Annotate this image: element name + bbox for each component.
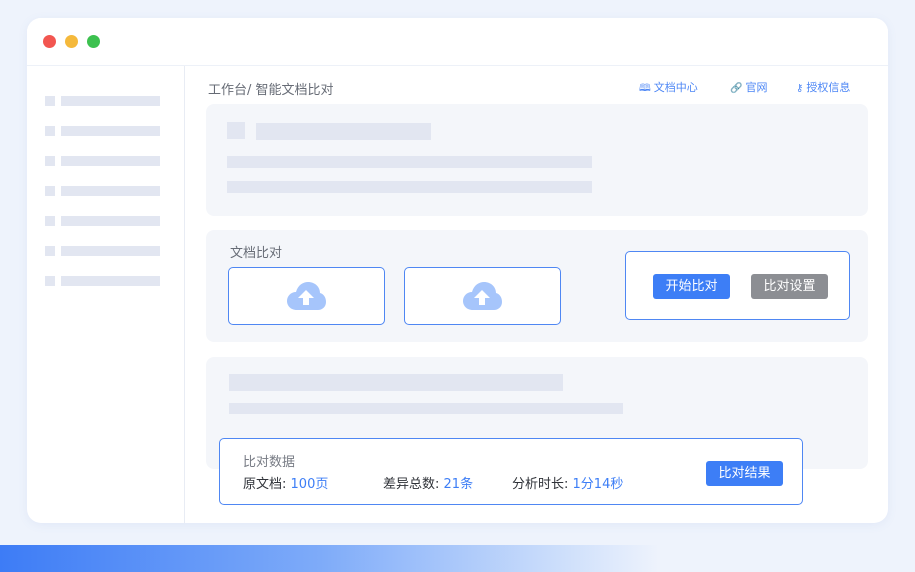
skeleton-title-placeholder — [256, 123, 431, 140]
compare-section-title: 文档比对 — [230, 246, 283, 261]
sidebar-item-icon-placeholder — [45, 246, 55, 256]
skeleton-icon-placeholder — [227, 122, 245, 139]
analysis-time-label: 分析时长: — [512, 477, 569, 492]
breadcrumb-current: 智能文档比对 — [255, 83, 334, 98]
docs-center-label: 文档中心 — [653, 81, 698, 94]
window-titlebar — [27, 18, 888, 66]
license-info-link[interactable]: ⚷ 授权信息 — [796, 79, 850, 95]
diff-total-label: 差异总数: — [383, 477, 440, 492]
close-window-dot[interactable] — [43, 35, 56, 48]
bottom-gradient-bar — [0, 545, 915, 572]
original-doc-value: 100页 — [290, 477, 329, 492]
app-window: 工作台/ 智能文档比对 🕮 文档中心 🔗 官网 ⚷ 授权信息 文档比对 开始比对 比对… — [27, 18, 888, 523]
license-info-label: 授权信息 — [806, 81, 851, 94]
original-doc-label: 原文档: — [243, 477, 287, 492]
skeleton-title-placeholder — [229, 374, 563, 391]
maximize-window-dot[interactable] — [87, 35, 100, 48]
sidebar-item-label-placeholder — [61, 186, 160, 196]
analysis-time-stat: 分析时长: 1分14秒 — [512, 473, 623, 492]
compare-stats-card: 比对数据 原文档: 100页 差异总数: 21条 分析时长: 1分14秒 比对结… — [219, 438, 803, 505]
skeleton-line-placeholder — [227, 156, 592, 168]
sidebar-item-icon-placeholder — [45, 96, 55, 106]
start-compare-button[interactable]: 开始比对 — [653, 274, 730, 299]
sidebar — [27, 66, 185, 523]
official-site-label: 官网 — [745, 81, 768, 94]
cloud-upload-icon — [463, 282, 502, 310]
breadcrumb-root[interactable]: 工作台/ — [208, 83, 251, 98]
diff-total-stat: 差异总数: 21条 — [383, 473, 473, 492]
book-icon: 🕮 — [639, 83, 651, 94]
analysis-time-value: 1分14秒 — [572, 477, 624, 492]
docs-center-link[interactable]: 🕮 文档中心 — [639, 79, 698, 98]
upload-original-box[interactable] — [228, 267, 385, 325]
official-site-link[interactable]: 🔗 官网 — [730, 79, 767, 95]
compare-result-button[interactable]: 比对结果 — [706, 461, 783, 486]
sidebar-item-label-placeholder — [61, 96, 160, 106]
sidebar-item-icon-placeholder — [45, 186, 55, 196]
minimize-window-dot[interactable] — [65, 35, 78, 48]
sidebar-item-label-placeholder — [61, 216, 160, 226]
original-doc-stat: 原文档: 100页 — [243, 473, 328, 492]
skeleton-panel — [206, 104, 868, 216]
stats-title: 比对数据 — [243, 455, 296, 470]
compare-settings-button[interactable]: 比对设置 — [751, 274, 828, 299]
skeleton-line-placeholder — [229, 403, 623, 414]
breadcrumb: 工作台/ 智能文档比对 — [208, 79, 334, 98]
sidebar-item-icon-placeholder — [45, 156, 55, 166]
sidebar-item-label-placeholder — [61, 156, 160, 166]
sidebar-item-label-placeholder — [61, 126, 160, 136]
key-icon: ⚷ — [796, 83, 804, 94]
sidebar-item-icon-placeholder — [45, 216, 55, 226]
skeleton-line-placeholder — [227, 181, 592, 193]
cloud-upload-icon — [287, 282, 326, 310]
sidebar-item-label-placeholder — [61, 276, 160, 286]
sidebar-item-label-placeholder — [61, 246, 160, 256]
compare-action-box: 开始比对 比对设置 — [625, 251, 850, 320]
diff-total-value: 21条 — [443, 477, 474, 492]
link-icon: 🔗 — [730, 83, 743, 94]
upload-compare-box[interactable] — [404, 267, 561, 325]
sidebar-item-icon-placeholder — [45, 126, 55, 136]
sidebar-item-icon-placeholder — [45, 276, 55, 286]
